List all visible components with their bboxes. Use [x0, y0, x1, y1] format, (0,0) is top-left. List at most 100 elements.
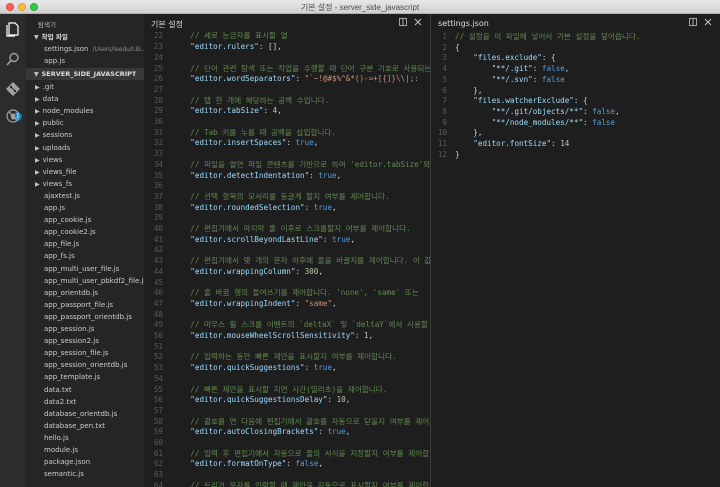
code-line: 9 "**/node_modules/**": false [431, 118, 720, 128]
code-token: , [318, 459, 323, 469]
code-content: "**/.git/objects/**": false, [455, 107, 620, 117]
file-item[interactable]: data.txt [26, 384, 144, 396]
default-settings-editor[interactable]: 20 "editor.lineNumbers": true,2122 // 세로… [144, 14, 431, 487]
settings-json-editor[interactable]: 1// 설정을 이 파일에 넣어서 기본 설정을 덮어씁니다. 2{3 "file… [431, 14, 720, 487]
working-files-header[interactable]: ▼ 작업 파일 [26, 31, 144, 43]
code-content: "editor.scrollBeyondLastLine": true, [172, 235, 355, 245]
code-token: , [345, 395, 351, 405]
code-token: , [345, 427, 351, 437]
file-item[interactable]: app_session_orientdb.js [26, 359, 144, 371]
code-token: : [532, 64, 542, 74]
code-token: "editor.wordSeparators" [190, 74, 296, 84]
activity-bar: 1 [0, 14, 26, 487]
code-token: : [295, 74, 305, 84]
working-file-item[interactable]: settings.json/Users/leedu/Lib... [26, 43, 144, 55]
project-header[interactable]: ▼ SERVER_SIDE_JAVASCRIPT [26, 68, 144, 80]
file-item[interactable]: app_multi_user_file.js [26, 263, 144, 275]
file-item[interactable]: app_session.js [26, 323, 144, 335]
line-number: 9 [442, 117, 447, 127]
line-number: 4 [442, 64, 447, 74]
git-icon[interactable] [5, 81, 21, 97]
code-content: "editor.roundedSelection": true, [172, 203, 336, 213]
folder-item[interactable]: ▶ views_fs [26, 178, 144, 190]
file-item[interactable]: app_file.js [26, 238, 144, 250]
line-number: 50 [153, 331, 163, 340]
file-item[interactable]: app_session2.js [26, 335, 144, 347]
file-item[interactable]: app_orientdb.js [26, 287, 144, 299]
file-item[interactable]: package.json [26, 456, 144, 468]
line-number: 32 [153, 138, 163, 148]
file-item[interactable]: app_cookie.js [26, 214, 144, 226]
file-item[interactable]: app_passport_file.js [26, 299, 144, 311]
folder-item[interactable]: ▶ uploads [26, 142, 144, 154]
code-token: , [318, 266, 323, 276]
file-item[interactable]: ajaxtest.js [26, 190, 144, 202]
code-content: "files.watcherExclude": { [455, 96, 587, 106]
file-item[interactable]: app_cookie2.js [26, 226, 144, 238]
code-token: false [541, 74, 565, 84]
line-number: 23 [153, 42, 163, 52]
file-item[interactable]: app_template.js [26, 371, 144, 383]
folder-item[interactable]: ▶ views [26, 154, 144, 166]
search-icon[interactable] [5, 51, 21, 67]
code-token: , [332, 363, 337, 373]
code-line: 62 "editor.formatOnType": false, [144, 459, 430, 469]
line-number: 28 [153, 95, 163, 105]
close-icon[interactable] [414, 18, 422, 26]
file-item[interactable]: database_orientdb.js [26, 408, 144, 420]
file-item[interactable]: app_session_file.js [26, 347, 144, 359]
file-name: app_file.js [44, 240, 80, 249]
folder-item[interactable]: ▶ views_file [26, 166, 144, 178]
code-content: // 줄 바꿈 행의 들여쓰기를 제어합니다. 'none', 'same' 또… [172, 288, 419, 298]
code-content: // 입력 후 편집기에서 자동으로 줄의 서식을 지정할지 여부를 제어합 [172, 449, 429, 459]
code-content: // 단어 관련 탐색 또는 작업을 수행할 때 단어 구분 기호로 사용되는 [172, 64, 430, 74]
explorer-icon[interactable] [5, 21, 21, 37]
line-number: 55 [153, 384, 163, 394]
code-token: "editor.mouseWheelScrollSensitivity" [190, 331, 355, 340]
code-token: "editor.fontSize" [473, 139, 552, 148]
folder-item[interactable]: ▶ data [26, 93, 144, 105]
line-number: 43 [153, 256, 163, 266]
file-name: app.js [44, 204, 65, 212]
code-line: 38 "editor.roundedSelection": true, [144, 203, 430, 213]
folder-item[interactable]: ▶ sessions [26, 129, 144, 141]
file-item[interactable]: data2.txt [26, 396, 144, 408]
folder-item[interactable]: ▶ .git [26, 81, 144, 93]
folder-item[interactable]: ▶ public [26, 117, 144, 129]
folder-item[interactable]: ▶ node_modules [26, 105, 144, 117]
folder-name: public [42, 119, 64, 128]
code-token: , [368, 331, 374, 340]
close-icon[interactable] [704, 18, 712, 26]
code-line: 41 "editor.scrollBeyondLastLine": true, [144, 235, 430, 245]
line-number: 40 [153, 224, 163, 233]
file-item[interactable]: module.js [26, 444, 144, 456]
file-item[interactable]: semantic.js [26, 468, 144, 480]
file-name: data2.txt [44, 397, 77, 406]
folder-name: data [42, 95, 59, 104]
code-line: 56 "editor.quickSuggestionsDelay": 10, [144, 395, 430, 405]
debug-icon[interactable] [5, 108, 21, 124]
file-item[interactable]: database_pen.txt [26, 420, 144, 432]
file-item[interactable]: app_multi_user_pbkdf2_file.js [26, 275, 144, 287]
file-name: app_passport_file.js [44, 300, 114, 309]
file-item[interactable]: app.js [26, 202, 144, 214]
working-file-item[interactable]: app.js [26, 55, 144, 67]
line-number: 49 [153, 320, 163, 330]
file-item[interactable]: hello.js [26, 432, 144, 444]
code-line: 4 "**/.git": false, [431, 64, 720, 74]
split-editor-icon[interactable] [689, 18, 697, 26]
code-token: : [295, 266, 305, 276]
file-item[interactable]: app_fs.js [26, 250, 144, 262]
split-editor-icon[interactable] [399, 18, 407, 26]
file-item[interactable]: app_passport_orientdb.js [26, 311, 144, 323]
